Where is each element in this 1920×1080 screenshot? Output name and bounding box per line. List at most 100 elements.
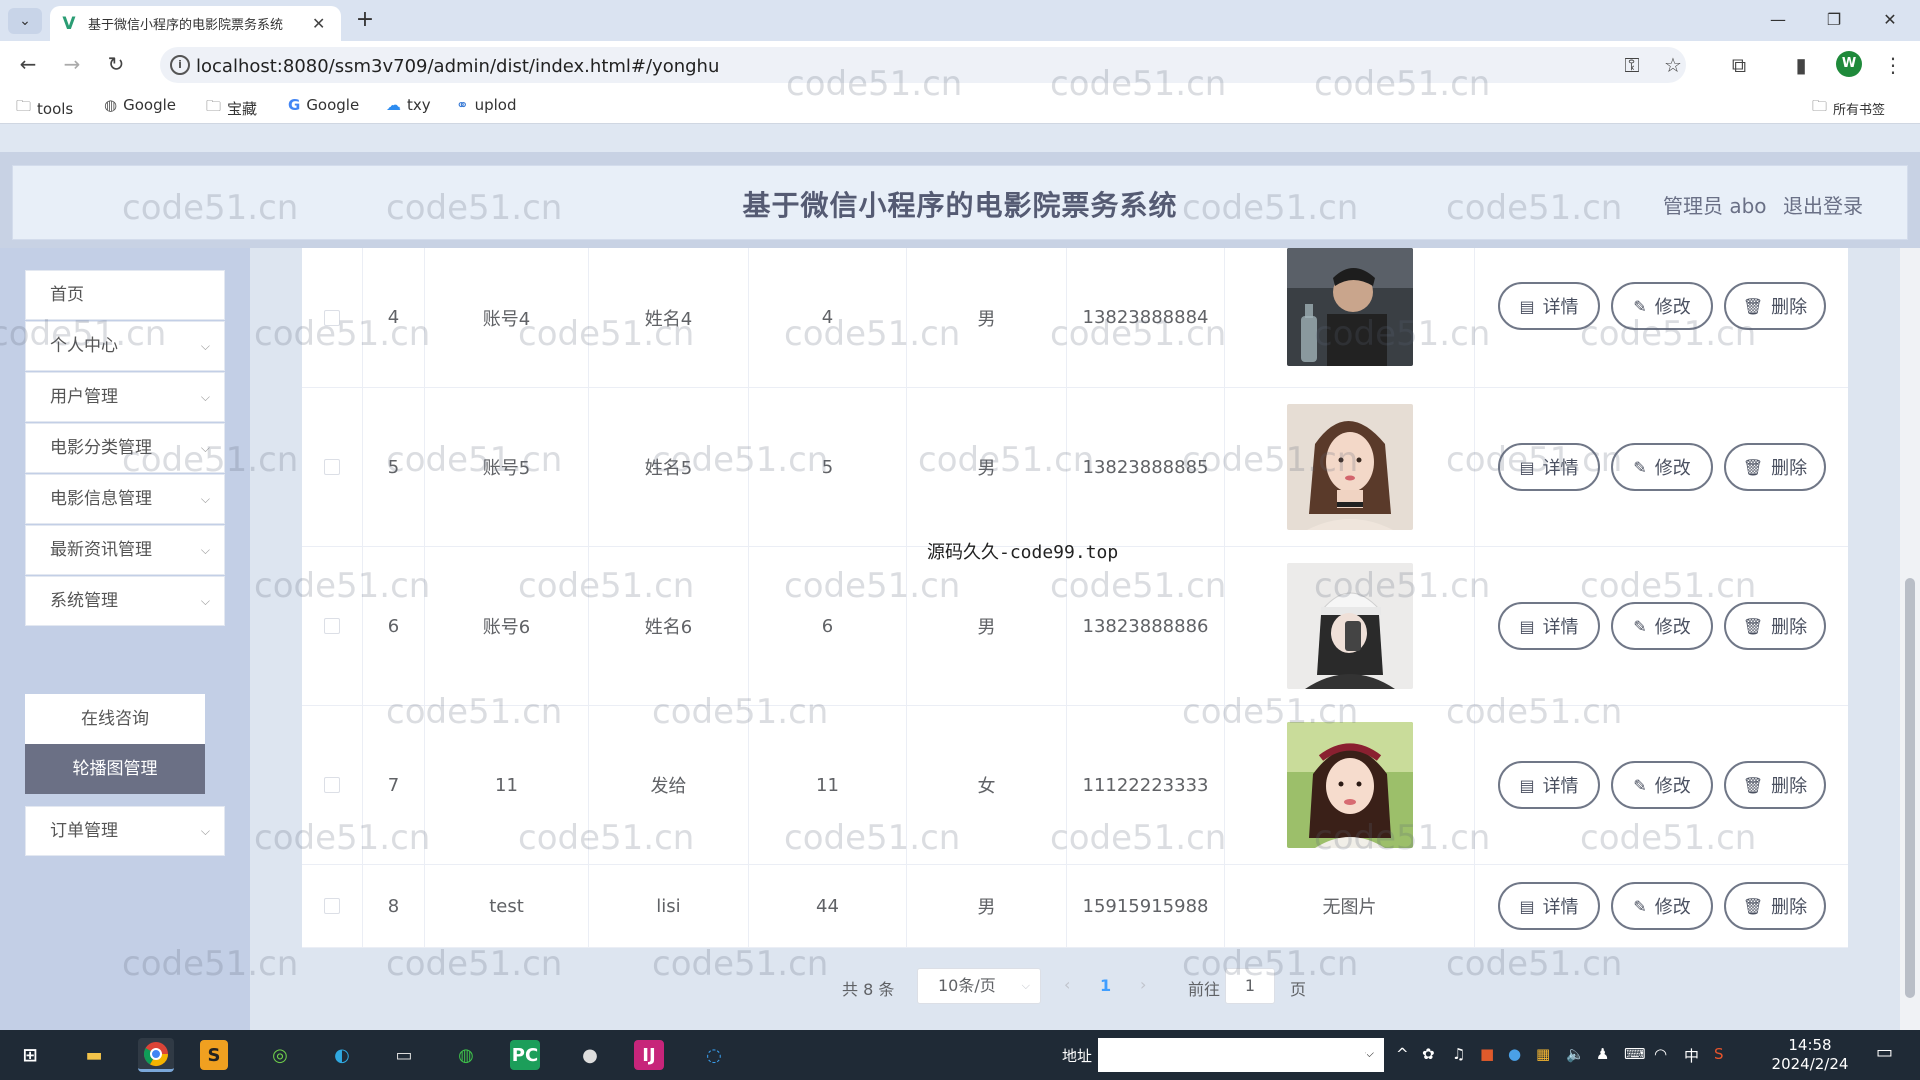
cell-phone: 13823888886 — [1067, 547, 1225, 705]
address-bar[interactable]: i localhost:8080/ssm3v709/admin/dist/ind… — [160, 47, 1686, 83]
cell-gender: 男 — [907, 388, 1067, 546]
page-size-select[interactable]: 10条/页 ⌵ — [917, 968, 1041, 1004]
restore-icon[interactable]: ❐ — [1822, 10, 1846, 29]
pycharm-icon[interactable]: PC — [510, 1040, 540, 1070]
scrollbar-thumb[interactable] — [1905, 578, 1915, 998]
detail-button[interactable]: ▤ 详情 — [1498, 761, 1600, 809]
edit-button[interactable]: ✎ 修改 — [1611, 443, 1713, 491]
tray-app-icon[interactable]: ♟ — [1596, 1045, 1609, 1063]
bookmark-baozang[interactable]: 🗀 宝藏 — [206, 96, 257, 121]
browser-360-icon[interactable]: ◎ — [262, 1038, 298, 1072]
chrome-icon[interactable] — [138, 1038, 174, 1072]
prev-page-icon[interactable]: ‹ — [1064, 975, 1070, 994]
sublime-text-icon[interactable]: S — [200, 1040, 228, 1070]
tray-app-icon[interactable]: ■ — [1480, 1045, 1494, 1063]
bookmark-star-icon[interactable]: ☆ — [1660, 53, 1686, 77]
taskbar-address-input[interactable]: ⌵ — [1098, 1038, 1384, 1072]
goto-page-input[interactable]: 1 — [1225, 968, 1275, 1004]
app-header: 基于微信小程序的电影院票务系统 管理员 abo 退出登录 — [12, 165, 1908, 240]
new-tab-icon[interactable]: + — [353, 9, 377, 33]
navicat-icon[interactable]: ◌ — [696, 1038, 732, 1072]
wechat-icon[interactable]: ◍ — [448, 1038, 484, 1072]
tray-app-icon[interactable]: ● — [1508, 1045, 1521, 1063]
url-text[interactable]: localhost:8080/ssm3v709/admin/dist/index… — [196, 56, 719, 77]
detail-button[interactable]: ▤ 详情 — [1498, 282, 1600, 330]
window-close-icon[interactable]: ✕ — [1878, 10, 1902, 29]
volume-icon[interactable]: 🔈 — [1566, 1045, 1585, 1063]
document-icon: ▤ — [1519, 775, 1535, 795]
detail-label: 详情 — [1542, 297, 1579, 318]
sidebar-item-profile[interactable]: 个人中心 ⌵ — [25, 321, 225, 371]
bookmark-uplod[interactable]: ⚭ uplod — [456, 96, 516, 114]
sidebar-item-users[interactable]: 用户管理 ⌵ — [25, 372, 225, 422]
delete-button[interactable]: 🗑 删除 — [1724, 282, 1826, 330]
submenu-carousel-management[interactable]: 轮播图管理 — [25, 744, 205, 794]
tab-close-icon[interactable]: ✕ — [312, 14, 325, 33]
cell-photo — [1225, 247, 1475, 387]
site-info-icon[interactable]: i — [170, 55, 190, 75]
tray-app-icon[interactable]: ▦ — [1536, 1045, 1550, 1063]
bookmark-google-2[interactable]: G Google — [288, 96, 359, 114]
bookmark-tools[interactable]: 🗀 tools — [16, 96, 73, 121]
edit-button[interactable]: ✎ 修改 — [1611, 761, 1713, 809]
sidebar-item-orders[interactable]: 订单管理 ⌵ — [25, 806, 225, 856]
edge-icon[interactable]: ◐ — [324, 1038, 360, 1072]
side-panel-icon[interactable]: ▮ — [1788, 53, 1814, 77]
file-explorer-icon[interactable]: ▬ — [76, 1038, 112, 1072]
extensions-icon[interactable]: ⧉ — [1726, 53, 1752, 77]
sogou-ime-icon[interactable]: S — [1714, 1045, 1724, 1063]
delete-button[interactable]: 🗑 删除 — [1724, 882, 1826, 930]
forward-icon[interactable]: → — [58, 51, 86, 79]
sidebar-item-movie-info[interactable]: 电影信息管理 ⌵ — [25, 474, 225, 524]
chat-bubble-icon[interactable]: ● — [572, 1038, 608, 1072]
row-checkbox[interactable] — [324, 618, 340, 634]
keyboard-icon[interactable]: ⌨ — [1624, 1045, 1646, 1063]
bookmark-google[interactable]: ◍ Google — [104, 96, 176, 114]
edit-button[interactable]: ✎ 修改 — [1611, 602, 1713, 650]
page-scrollbar[interactable] — [1900, 248, 1920, 1030]
logout-link[interactable]: 退出登录 — [1783, 190, 1863, 219]
sidebar-item-home[interactable]: 首页 — [25, 270, 225, 320]
clock[interactable]: 14:58 2024/2/24 — [1770, 1036, 1850, 1074]
delete-button[interactable]: 🗑 删除 — [1724, 602, 1826, 650]
table-row: 4 账号4 姓名4 4 男 13823888884 ▤ 详情 ✎ 修改 🗑 删除 — [302, 247, 1848, 388]
ime-indicator[interactable]: 中 — [1684, 1045, 1699, 1066]
refresh-icon[interactable]: ↻ — [1356, 1045, 1369, 1063]
notification-icon[interactable]: ▭ — [1876, 1042, 1893, 1063]
edit-button[interactable]: ✎ 修改 — [1611, 882, 1713, 930]
row-checkbox[interactable] — [324, 459, 340, 475]
tab-search-chevron-icon[interactable]: ⌄ — [8, 8, 42, 34]
browser-tab-active[interactable]: V 基于微信小程序的电影院票务系统 ✕ — [50, 6, 341, 41]
delete-button[interactable]: 🗑 删除 — [1724, 761, 1826, 809]
minimize-icon[interactable]: — — [1766, 10, 1790, 29]
row-checkbox[interactable] — [324, 309, 340, 326]
reload-icon[interactable]: ↻ — [102, 51, 130, 79]
detail-button[interactable]: ▤ 详情 — [1498, 443, 1600, 491]
profile-avatar[interactable]: W — [1836, 51, 1862, 77]
row-checkbox[interactable] — [324, 777, 340, 793]
next-page-icon[interactable]: › — [1140, 975, 1146, 994]
delete-button[interactable]: 🗑 删除 — [1724, 443, 1826, 491]
submenu-online-consult[interactable]: 在线咨询 — [25, 694, 205, 744]
detail-button[interactable]: ▤ 详情 — [1498, 882, 1600, 930]
wifi-icon[interactable]: ◠ — [1654, 1045, 1667, 1063]
page-number-current[interactable]: 1 — [1100, 976, 1111, 995]
more-menu-icon[interactable]: ⋮ — [1880, 53, 1906, 77]
edit-button[interactable]: ✎ 修改 — [1611, 282, 1713, 330]
intellij-icon[interactable]: IJ — [634, 1040, 664, 1070]
detail-button[interactable]: ▤ 详情 — [1498, 602, 1600, 650]
all-bookmarks[interactable]: 🗀 所有书签 — [1812, 96, 1885, 121]
microphone-icon[interactable]: ♫ — [1452, 1045, 1465, 1063]
windows-start-icon[interactable]: ⊞ — [12, 1038, 48, 1072]
sidebar-item-movie-categories[interactable]: 电影分类管理 ⌵ — [25, 423, 225, 473]
cell-gender: 男 — [907, 547, 1067, 705]
back-icon[interactable]: ← — [14, 51, 42, 79]
sidebar-item-news[interactable]: 最新资讯管理 ⌵ — [25, 525, 225, 575]
password-key-icon[interactable]: ⚿ — [1619, 53, 1645, 77]
bookmark-txy[interactable]: ☁ txy — [386, 96, 431, 114]
terminal-icon[interactable]: ▭ — [386, 1038, 422, 1072]
row-checkbox[interactable] — [324, 898, 340, 914]
tray-app-icon[interactable]: ✿ — [1422, 1045, 1435, 1063]
sidebar-item-system[interactable]: 系统管理 ⌵ — [25, 576, 225, 626]
tray-expand-icon[interactable]: ^ — [1396, 1045, 1409, 1063]
